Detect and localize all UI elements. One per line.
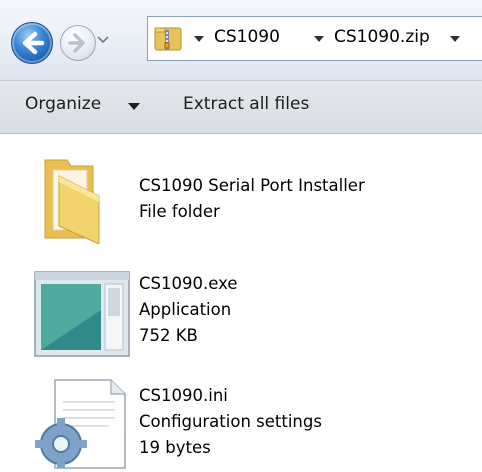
command-toolbar: Organize Extract all files [0, 80, 482, 134]
file-name: CS1090 Serial Port Installer [139, 176, 365, 195]
file-type: Application [139, 300, 232, 319]
file-type: File folder [139, 202, 220, 221]
back-button[interactable] [11, 22, 53, 64]
zip-folder-icon [154, 27, 182, 51]
file-size: 752 KB [139, 326, 198, 345]
folder-icon [44, 159, 100, 244]
breadcrumb-separator-icon[interactable] [194, 36, 204, 42]
file-name: CS1090.exe [139, 274, 238, 293]
back-arrow-icon [22, 31, 45, 55]
organize-button[interactable]: Organize [25, 94, 101, 114]
file-size: 19 bytes [139, 438, 211, 457]
breadcrumb-separator-icon[interactable] [450, 36, 460, 42]
application-icon [34, 271, 130, 357]
breadcrumb-item[interactable]: CS1090.zip [334, 27, 430, 47]
extract-all-files-button[interactable]: Extract all files [183, 94, 309, 114]
file-type: Configuration settings [139, 412, 322, 431]
list-item[interactable]: CS1090 Serial Port Installer File folder [0, 152, 482, 252]
navigation-bar: CS1090 CS1090.zip [0, 0, 482, 80]
list-item[interactable]: CS1090.ini Configuration settings 19 byt… [0, 372, 482, 472]
forward-arrow-icon [68, 33, 85, 53]
recent-pages-chevron-icon[interactable] [94, 30, 112, 48]
address-bar[interactable]: CS1090 CS1090.zip [147, 16, 482, 61]
breadcrumb-separator-icon[interactable] [314, 36, 324, 42]
organize-dropdown-icon[interactable] [128, 103, 140, 110]
breadcrumb-item[interactable]: CS1090 [214, 27, 280, 47]
forward-button[interactable] [60, 25, 96, 61]
list-item[interactable]: CS1090.exe Application 752 KB [0, 262, 482, 362]
file-name: CS1090.ini [139, 386, 228, 405]
configuration-file-icon [35, 379, 126, 469]
